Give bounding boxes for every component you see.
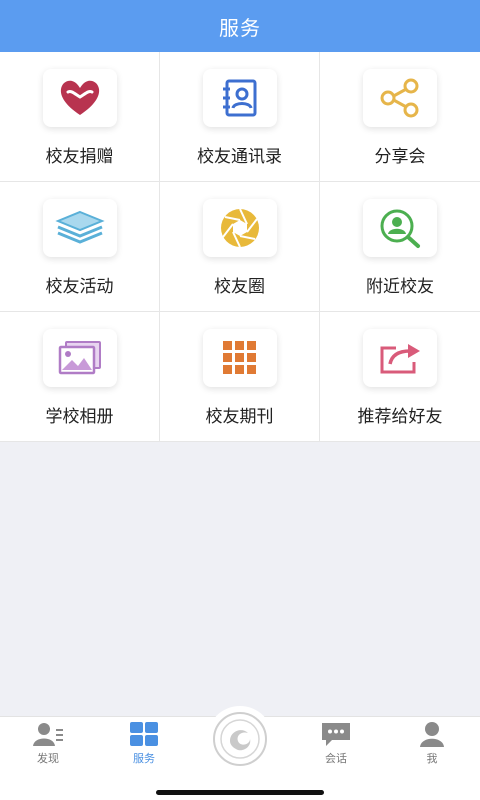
service-school-album[interactable]: 学校相册 [0, 312, 160, 442]
services-icon [130, 722, 158, 746]
icon-tile [363, 199, 437, 257]
icon-tile [202, 69, 277, 127]
icon-tile [202, 199, 277, 257]
photo-album-icon [58, 341, 101, 375]
tab-discover[interactable]: 发现 [0, 721, 96, 766]
share-icon [380, 78, 419, 118]
discover-icon [33, 723, 63, 746]
school-logo-icon [213, 712, 267, 766]
service-label: 附近校友 [366, 277, 434, 297]
service-nearby-alumni[interactable]: 附近校友 [320, 182, 480, 312]
icon-tile [363, 329, 437, 387]
service-label: 推荐给好友 [357, 407, 443, 427]
tab-label: 我 [426, 752, 438, 765]
user-search-icon [380, 209, 420, 248]
icon-tile [42, 199, 117, 257]
tab-me[interactable]: 我 [384, 721, 480, 766]
grid-icon [222, 341, 256, 374]
tab-services[interactable]: 服务 [96, 721, 192, 766]
service-label: 分享会 [374, 147, 426, 167]
service-label: 校友圈 [214, 277, 265, 297]
layers-icon [54, 210, 105, 244]
contact-book-icon [222, 79, 256, 117]
service-alumni-activities[interactable]: 校友活动 [0, 182, 160, 312]
page-title: 服务 [219, 15, 261, 40]
icon-tile [42, 329, 117, 387]
profile-icon [420, 722, 444, 747]
school-logo-button[interactable] [207, 706, 273, 772]
icon-tile [363, 69, 437, 127]
service-label: 校友捐赠 [45, 147, 114, 167]
tab-label: 服务 [133, 752, 155, 765]
service-label: 校友期刊 [205, 407, 274, 427]
service-alumni-journal[interactable]: 校友期刊 [160, 312, 320, 442]
icon-tile [42, 69, 117, 127]
service-recommend-to-friend[interactable]: 推荐给好友 [320, 312, 480, 442]
service-label: 学校相册 [45, 407, 114, 427]
service-sharing-session[interactable]: 分享会 [320, 52, 480, 182]
service-alumni-donation[interactable]: 校友捐赠 [0, 52, 160, 182]
home-indicator [156, 790, 324, 795]
forward-share-icon [380, 344, 420, 374]
service-label: 校友通讯录 [197, 147, 282, 167]
tab-label: 发现 [37, 752, 59, 765]
service-label: 校友活动 [45, 277, 114, 297]
aperture-icon [220, 208, 259, 248]
service-alumni-directory[interactable]: 校友通讯录 [160, 52, 320, 182]
heart-icon [60, 80, 99, 115]
icon-tile [202, 329, 277, 387]
tab-label: 会话 [325, 752, 347, 765]
top-bar: 服务 [0, 0, 480, 52]
tab-chat[interactable]: 会话 [288, 721, 384, 766]
service-alumni-circle[interactable]: 校友圈 [160, 182, 320, 312]
service-grid: 校友捐赠 校友通讯录 分享会 校友活动 校友圈 附近校友 学校相册 校友期刊 推… [0, 52, 480, 442]
chat-icon [322, 723, 350, 746]
